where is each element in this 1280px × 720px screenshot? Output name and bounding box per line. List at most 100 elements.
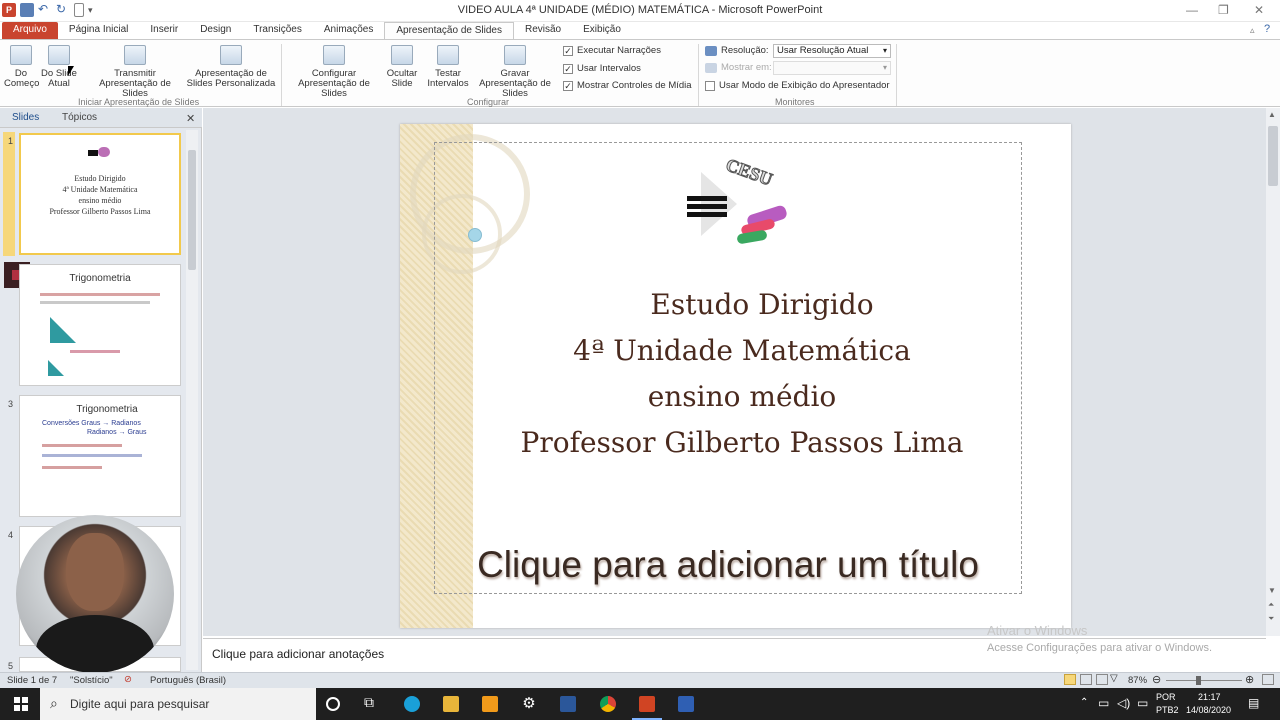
slideshow-view-icon[interactable]: ▽ <box>1110 673 1118 684</box>
chevron-down-icon: ▾ <box>882 63 887 72</box>
ribbon-separator <box>698 44 699 106</box>
resolution-dropdown[interactable]: Usar Resolução Atual ▾ <box>773 44 891 58</box>
keyboard-layout[interactable]: PTB2 <box>1156 705 1179 715</box>
cortana-icon[interactable] <box>326 697 340 711</box>
media-controls-checkbox[interactable]: ✓ Mostrar Controles de Mídia <box>563 80 692 91</box>
chrome-icon[interactable] <box>600 696 616 712</box>
scroll-thumb[interactable] <box>188 150 196 270</box>
zoom-out-icon[interactable]: ⊖ <box>1152 673 1161 686</box>
tab-review[interactable]: Revisão <box>514 22 572 39</box>
thumb-line: 4ª Unidade Matemática <box>62 185 138 194</box>
presenter-view-label: Usar Modo de Exibição do Apresentador <box>719 80 890 91</box>
monitor-icon <box>705 45 717 56</box>
thumb-line: ensino médio <box>78 196 122 205</box>
tab-home[interactable]: Página Inicial <box>58 22 139 39</box>
minimize-icon[interactable]: — <box>1186 3 1198 17</box>
slide-text-line: Estudo Dirigido <box>650 288 874 321</box>
webcam-shirt <box>36 615 154 673</box>
slide-canvas[interactable]: CESU Estudo Dirigido 4ª Unidade Matemáti… <box>400 124 1071 628</box>
close-icon[interactable]: ✕ <box>1254 3 1264 17</box>
thumb-text-line <box>42 444 122 447</box>
file-explorer-icon[interactable] <box>443 696 459 712</box>
triangle-diagram <box>50 317 76 343</box>
timings-checkbox[interactable]: ✓ Usar Intervalos <box>563 63 641 74</box>
fit-to-window-icon[interactable] <box>1262 674 1274 685</box>
group-label-setup: Configurar <box>467 97 510 107</box>
tab-slides[interactable]: Slides <box>12 112 39 123</box>
main-scrollbar[interactable]: ▲ ▼ ⏶ ⏷ <box>1266 108 1280 636</box>
zoom-level[interactable]: 87% <box>1128 675 1147 686</box>
taskbar-search-box[interactable]: ⌕ Digite aqui para pesquisar <box>40 688 316 720</box>
spellcheck-icon[interactable]: ⊘ <box>124 674 132 685</box>
recorder-app-icon[interactable] <box>678 696 694 712</box>
notifications-icon[interactable]: ▤ <box>1248 696 1259 710</box>
clock-date[interactable]: 14/08/2020 <box>1186 705 1231 715</box>
tab-design[interactable]: Design <box>189 22 242 39</box>
rehearse-icon <box>437 45 459 65</box>
presenter-view-checkbox[interactable]: Usar Modo de Exibição do Apresentador <box>705 80 890 91</box>
rehearse-timings-button[interactable]: Testar Intervalos <box>426 45 470 89</box>
show-hidden-icons-icon[interactable]: ⌃ <box>1080 697 1088 708</box>
edge-icon[interactable] <box>404 696 420 712</box>
scroll-thumb[interactable] <box>1268 126 1278 186</box>
slide-title-block[interactable]: Estudo Dirigido 4ª Unidade Matemática en… <box>500 282 984 466</box>
notes-placeholder[interactable]: Clique para adicionar anotações <box>212 647 384 661</box>
tab-outline[interactable]: Tópicos <box>62 112 97 123</box>
language-code[interactable]: POR <box>1156 692 1176 702</box>
from-beginning-button[interactable]: Do Começo <box>4 45 39 89</box>
clock-time[interactable]: 21:17 <box>1198 692 1221 702</box>
word-icon[interactable] <box>560 696 576 712</box>
help-icon[interactable]: ? <box>1264 23 1270 35</box>
slide-thumbnail-1[interactable]: Estudo Dirigido 4ª Unidade Matemática en… <box>19 133 181 255</box>
zoom-in-icon[interactable]: ⊕ <box>1245 673 1254 686</box>
slide-thumbnail-3[interactable]: Trigonometria Conversões Graus → Radiano… <box>19 395 181 517</box>
task-view-icon[interactable]: ⧉ <box>364 694 374 711</box>
resolution-label-row: Resolução: <box>705 45 769 56</box>
zoom-slider-thumb[interactable] <box>1196 676 1201 685</box>
previous-slide-icon[interactable]: ⏶ <box>1268 600 1274 610</box>
thumb-text-line <box>40 301 150 304</box>
tab-transitions[interactable]: Transições <box>242 22 313 39</box>
logo-thumbnail-icon <box>88 145 114 161</box>
sublime-icon[interactable] <box>482 696 498 712</box>
scroll-down-icon[interactable]: ▼ <box>1268 586 1276 595</box>
ribbon-separator <box>281 44 282 106</box>
next-slide-icon[interactable]: ⏷ <box>1268 614 1274 624</box>
minimize-ribbon-icon[interactable]: ▵ <box>1250 25 1255 36</box>
show-on-dropdown[interactable]: ▾ <box>773 61 891 75</box>
display-icon[interactable]: ▭ <box>1137 696 1148 710</box>
scroll-up-icon[interactable]: ▲ <box>1268 110 1276 119</box>
slide-thumbnail-2[interactable]: Trigonometria <box>19 264 181 386</box>
volume-icon[interactable]: ◁) <box>1117 696 1130 710</box>
thumb-text-line <box>40 293 160 296</box>
notes-pane[interactable]: Clique para adicionar anotações Ativar o… <box>203 623 1266 672</box>
slide-sorter-icon[interactable] <box>1080 674 1092 685</box>
narration-checkbox[interactable]: ✓ Executar Narrações <box>563 45 661 56</box>
record-slideshow-button[interactable]: Gravar Apresentação de Slides <box>472 45 558 99</box>
maximize-icon[interactable]: ❐ <box>1218 3 1229 17</box>
tab-slideshow[interactable]: Apresentação de Slides <box>384 22 514 39</box>
zoom-slider[interactable] <box>1166 680 1242 681</box>
search-placeholder: Digite aqui para pesquisar <box>70 697 210 711</box>
tab-view[interactable]: Exibição <box>572 22 632 39</box>
broadcast-button[interactable]: Transmitir Apresentação de Slides <box>86 45 184 99</box>
normal-view-icon[interactable] <box>1064 674 1076 685</box>
pane-scrollbar[interactable] <box>186 130 198 670</box>
powerpoint-taskbar-icon[interactable] <box>639 696 655 712</box>
language-indicator[interactable]: Português (Brasil) <box>150 675 226 686</box>
close-pane-icon[interactable]: ✕ <box>186 112 195 125</box>
mouse-cursor-icon <box>68 66 74 76</box>
title-placeholder[interactable]: Clique para adicionar um título <box>436 544 1020 586</box>
setup-label: Configurar Apresentação de Slides <box>298 68 370 99</box>
hide-slide-button[interactable]: Ocultar Slide <box>384 45 420 89</box>
thumb-title: Trigonometria <box>69 273 131 284</box>
windows-start-icon[interactable] <box>14 697 28 711</box>
tab-animations[interactable]: Animações <box>313 22 384 39</box>
setup-slideshow-button[interactable]: Configurar Apresentação de Slides <box>286 45 382 99</box>
tab-insert[interactable]: Inserir <box>139 22 189 39</box>
network-icon[interactable]: ▭ <box>1098 696 1109 710</box>
reading-view-icon[interactable] <box>1096 674 1108 685</box>
custom-slideshow-button[interactable]: Apresentação de Slides Personalizada <box>186 45 276 89</box>
tab-file[interactable]: Arquivo <box>2 22 58 39</box>
settings-gear-icon[interactable]: ⚙ <box>521 696 537 712</box>
